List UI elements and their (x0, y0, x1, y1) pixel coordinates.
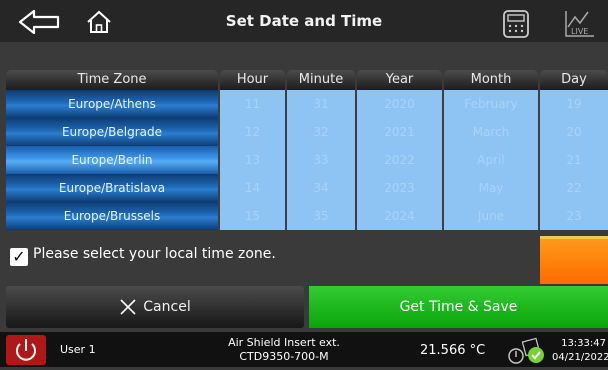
year-option[interactable]: 2024 (357, 202, 442, 230)
hour-option[interactable]: 14 (220, 174, 285, 202)
month-option[interactable]: February (444, 90, 538, 118)
home-icon[interactable] (84, 7, 114, 37)
day-option[interactable]: 22 (540, 174, 608, 202)
live-chart-icon[interactable]: LIVE (562, 9, 596, 39)
cancel-button[interactable]: Cancel (6, 286, 304, 328)
calculator-icon[interactable] (500, 9, 534, 39)
minute-option[interactable]: 34 (287, 174, 355, 202)
hour-picker[interactable]: 11 12 13 14 15 (220, 90, 285, 230)
column-divider (285, 90, 287, 230)
cancel-label: Cancel (143, 299, 191, 315)
clock-time: 13:33:47 (561, 338, 606, 349)
get-time-save-button[interactable]: Get Time & Save (309, 286, 608, 328)
live-label: LIVE (571, 27, 588, 36)
device-name-line1: Air Shield Insert ext. (228, 336, 340, 349)
hour-option[interactable]: 12 (220, 118, 285, 146)
column-header-year: Year (357, 70, 442, 90)
power-button[interactable] (6, 335, 46, 365)
page-title: Set Date and Time (225, 12, 383, 30)
hour-option[interactable]: 15 (220, 202, 285, 230)
day-option[interactable]: 19 (540, 90, 608, 118)
column-divider (538, 90, 540, 230)
column-header-time-zone: Time Zone (6, 70, 218, 90)
year-option[interactable]: 2021 (357, 118, 442, 146)
device-name: Air Shield Insert ext. CTD9350-700-M (222, 336, 346, 364)
month-option[interactable]: June (444, 202, 538, 230)
minute-option[interactable]: 32 (287, 118, 355, 146)
day-option[interactable]: 20 (540, 118, 608, 146)
day-option[interactable]: 21 (540, 146, 608, 174)
column-header-day: Day (540, 70, 608, 90)
temperature-readout: 21.566 °C (420, 343, 486, 358)
minute-option[interactable]: 31 (287, 90, 355, 118)
time-zone-item[interactable]: Europe/Brussels (6, 202, 218, 230)
orange-action-button[interactable] (540, 236, 608, 284)
month-option[interactable]: April (444, 146, 538, 174)
time-zone-item[interactable]: Europe/Belgrade (6, 118, 218, 146)
hour-option[interactable]: 11 (220, 90, 285, 118)
minute-option[interactable]: 35 (287, 202, 355, 230)
year-option[interactable]: 2020 (357, 90, 442, 118)
column-divider (218, 90, 220, 230)
sensor-status-icon (504, 336, 550, 366)
device-name-line2: CTD9350-700-M (239, 350, 329, 363)
close-icon (120, 299, 136, 315)
local-time-zone-checkbox[interactable]: ✓ (10, 248, 28, 266)
year-option[interactable]: 2022 (357, 146, 442, 174)
column-header-hour: Hour (220, 70, 285, 90)
column-header-minute: Minute (287, 70, 355, 90)
year-option[interactable]: 2023 (357, 174, 442, 202)
month-picker[interactable]: February March April May June (444, 90, 538, 230)
back-arrow-icon[interactable] (18, 8, 62, 36)
time-zone-item[interactable]: Europe/Bratislava (6, 174, 218, 202)
minute-picker[interactable]: 31 32 33 34 35 (287, 90, 355, 230)
current-user: User 1 (60, 343, 96, 356)
time-zone-item[interactable]: Europe/Athens (6, 90, 218, 118)
month-option[interactable]: May (444, 174, 538, 202)
column-divider (442, 90, 444, 230)
day-picker[interactable]: 19 20 21 22 23 (540, 90, 608, 230)
column-header-month: Month (444, 70, 538, 90)
clock-date: 04/21/2022 (552, 352, 608, 363)
power-icon (16, 339, 36, 361)
day-option[interactable]: 23 (540, 202, 608, 230)
month-option[interactable]: March (444, 118, 538, 146)
hour-option[interactable]: 13 (220, 146, 285, 174)
year-picker[interactable]: 2020 2021 2022 2023 2024 (357, 90, 442, 230)
local-time-zone-label: Please select your local time zone. (33, 246, 276, 262)
time-zone-item-selected[interactable]: Europe/Berlin (6, 146, 218, 174)
spacer (0, 42, 608, 68)
time-zone-list[interactable]: Europe/Athens Europe/Belgrade Europe/Ber… (6, 90, 218, 230)
column-divider (355, 90, 357, 230)
minute-option[interactable]: 33 (287, 146, 355, 174)
